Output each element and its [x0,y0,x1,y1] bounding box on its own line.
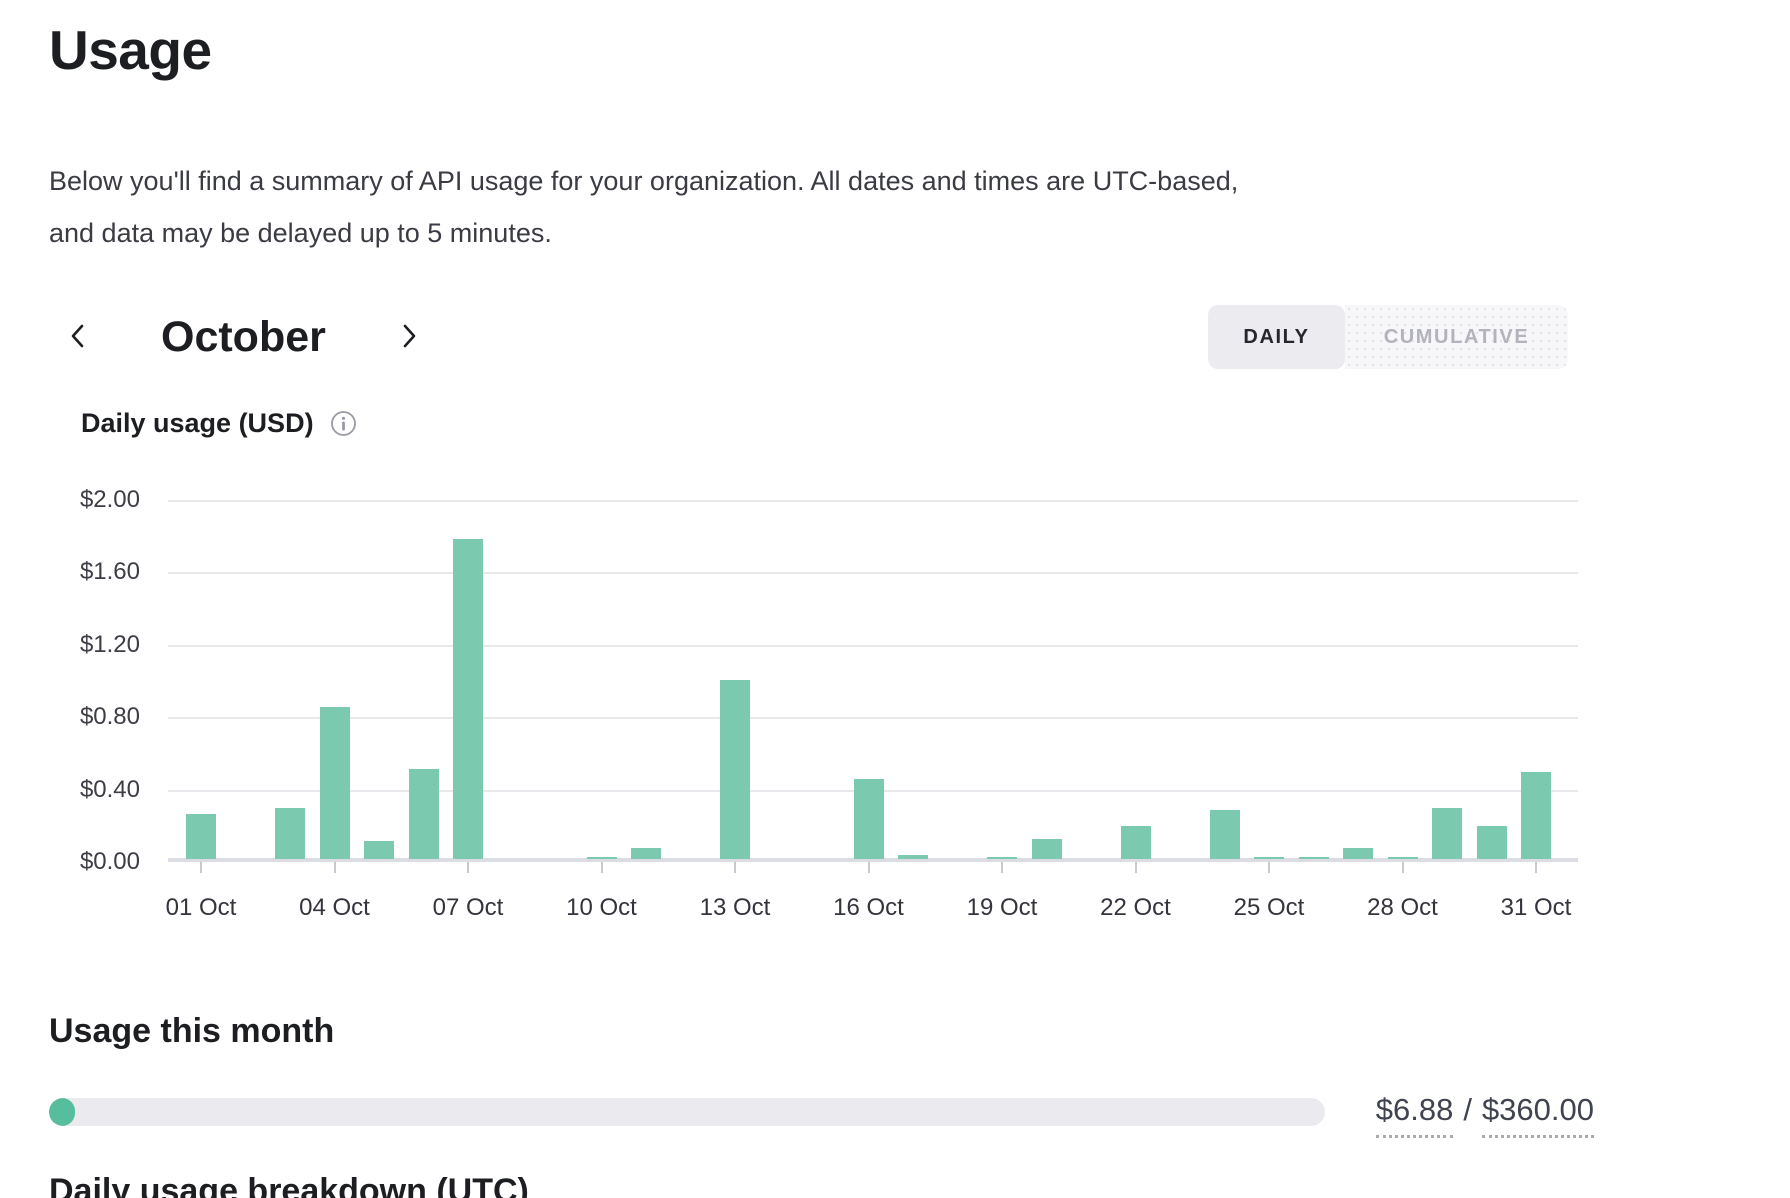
x-axis-tick [1001,862,1003,873]
info-circle-icon[interactable] [330,410,357,437]
bar-27-oct[interactable] [1343,848,1373,859]
x-axis-tick [467,862,469,873]
chart-title: Daily usage (USD) [81,408,314,439]
usage-separator: / [1463,1092,1472,1128]
x-axis-label: 10 Oct [566,894,637,922]
bar-04-oct[interactable] [320,707,350,859]
chevron-right-icon [392,320,424,355]
bar-03-oct[interactable] [275,808,305,859]
usage-progress-track [49,1098,1325,1126]
usage-amounts: $6.88 / $360.00 [1376,1092,1594,1138]
page-title: Usage [49,18,212,82]
x-axis-tick [1402,862,1404,873]
x-axis-tick [334,862,336,873]
x-axis-tick [601,862,603,873]
y-axis-label: $0.80 [80,703,140,731]
x-axis-tick [1535,862,1537,873]
bar-22-oct[interactable] [1121,826,1151,859]
y-axis-label: $0.00 [80,848,140,876]
x-axis-label: 25 Oct [1234,894,1305,922]
x-axis-tick [200,862,202,873]
x-axis-tick [1135,862,1137,873]
x-axis-tick [868,862,870,873]
usage-page: Usage Below you'll find a summary of API… [0,0,1790,1198]
chevron-left-icon [63,320,95,355]
bar-13-oct[interactable] [720,680,750,859]
bar-19-oct[interactable] [987,857,1017,859]
bar-26-oct[interactable] [1299,857,1329,859]
bar-06-oct[interactable] [409,769,439,860]
bar-25-oct[interactable] [1254,857,1284,859]
y-axis-label: $1.60 [80,558,140,586]
description-line-2: and data may be delayed up to 5 minutes. [49,207,1238,259]
chart-plot: $2.00$1.60$1.20$0.80$0.40$0.0001 Oct04 O… [168,500,1578,862]
previous-month-button[interactable] [59,317,99,357]
x-axis-tick [1268,862,1270,873]
bar-31-oct[interactable] [1521,772,1551,859]
x-axis-label: 31 Oct [1501,894,1572,922]
view-mode-toggle: DAILY CUMULATIVE [1208,305,1568,369]
bar-05-oct[interactable] [364,841,394,859]
month-nav-group: October [59,303,428,371]
x-axis-label: 16 Oct [833,894,904,922]
bar-10-oct[interactable] [587,857,617,859]
y-axis-label: $1.20 [80,631,140,659]
x-axis-label: 04 Oct [299,894,370,922]
chart-header: Daily usage (USD) [81,408,357,439]
usage-limit-value[interactable]: $360.00 [1482,1092,1594,1138]
bar-28-oct[interactable] [1388,857,1418,859]
gridline [168,717,1578,719]
page-description: Below you'll find a summary of API usage… [49,155,1238,259]
bar-20-oct[interactable] [1032,839,1062,859]
bar-11-oct[interactable] [631,848,661,859]
gridline [168,500,1578,502]
x-axis-label: 28 Oct [1367,894,1438,922]
daily-tab[interactable]: DAILY [1208,305,1345,369]
next-month-button[interactable] [388,317,428,357]
x-axis-label: 13 Oct [700,894,771,922]
gridline [168,572,1578,574]
x-axis-label: 01 Oct [166,894,237,922]
bar-07-oct[interactable] [453,539,483,859]
x-axis-label: 19 Oct [967,894,1038,922]
month-navigation-row: October DAILY CUMULATIVE [49,303,1594,371]
content-area: Usage Below you'll find a summary of API… [49,0,1594,1198]
usage-progress-fill [49,1098,75,1126]
bar-17-oct[interactable] [898,855,928,859]
bar-24-oct[interactable] [1210,810,1240,859]
x-axis-label: 22 Oct [1100,894,1171,922]
gridline [168,645,1578,647]
description-line-1: Below you'll find a summary of API usage… [49,155,1238,207]
x-axis-tick [734,862,736,873]
bar-29-oct[interactable] [1432,808,1462,859]
y-axis-label: $2.00 [80,486,140,514]
x-axis-label: 07 Oct [433,894,504,922]
y-axis-label: $0.40 [80,776,140,804]
daily-breakdown-heading: Daily usage breakdown (UTC) [49,1172,529,1198]
usage-this-month-heading: Usage this month [49,1012,334,1051]
current-month-label: October [161,313,326,362]
bar-30-oct[interactable] [1477,826,1507,859]
cumulative-tab[interactable]: CUMULATIVE [1345,305,1568,369]
bar-01-oct[interactable] [186,814,216,859]
usage-progress-row: $6.88 / $360.00 [49,1092,1594,1132]
bar-16-oct[interactable] [854,779,884,859]
usage-used-value[interactable]: $6.88 [1376,1092,1454,1138]
